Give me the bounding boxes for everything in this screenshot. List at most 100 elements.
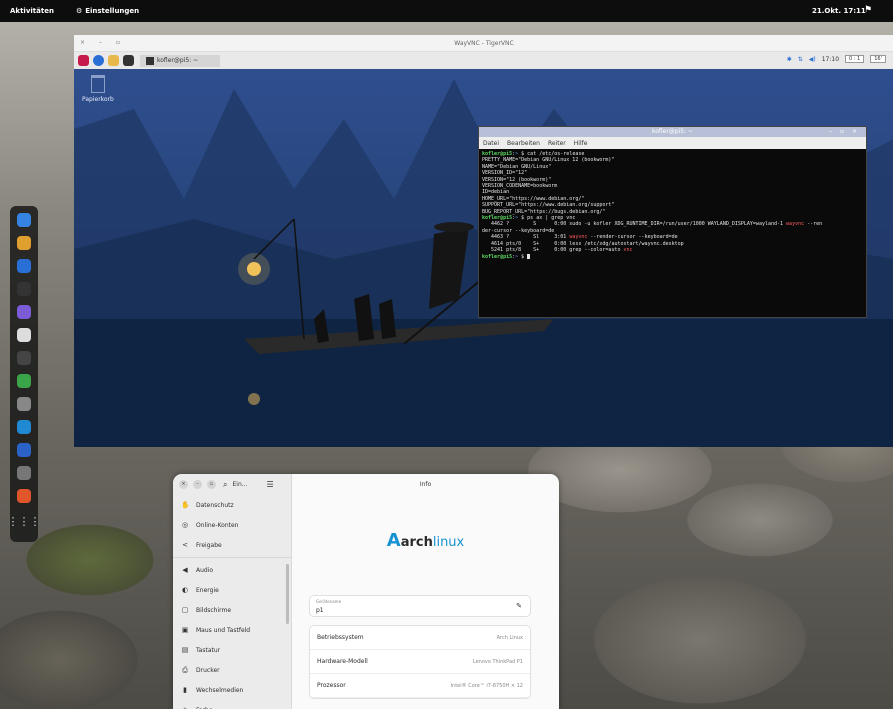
info-row: Prozessor Intel® Core™ i7-8750H × 12 (310, 674, 530, 698)
sidebar-item-label: Drucker (196, 666, 220, 674)
output-text: --ren (804, 221, 823, 228)
sidebar-item-freigabe[interactable]: < Freigabe (173, 535, 291, 555)
app-glyph (17, 236, 31, 250)
browser-icon[interactable] (93, 55, 104, 66)
app-glyph (17, 259, 31, 273)
prompt-user: kofler@pi5 (482, 151, 513, 157)
sidebar-item-farbe[interactable]: ◈Farbe (173, 700, 291, 709)
sidebar-item-icon: < (182, 541, 188, 549)
edit-pencil-icon[interactable]: ✎ (516, 602, 522, 610)
dash-item-files-icon[interactable] (14, 210, 34, 230)
terminal-cursor (527, 253, 531, 259)
sidebar-item-tastatur[interactable]: ▤ Tastatur (173, 640, 291, 660)
hostname-field[interactable]: Gerätename p1 ✎ (309, 595, 531, 617)
terminal-launcher-icon[interactable] (123, 55, 134, 66)
sidebar-item-icon: ▢ (181, 606, 189, 614)
sidebar-item-audio[interactable]: ◀ Audio (173, 560, 291, 580)
terminal-window: kofler@pi5: ~ – ▫ × Datei Bearbeiten Rei… (478, 126, 867, 318)
output-text: 4462 ? S 0:00 sudo -u kofler XDG_RUNTIME… (482, 221, 787, 228)
sidebar-item-drucker[interactable]: ⎙ Drucker (173, 660, 291, 680)
output-text: 5241 pts/8 S+ 0:00 grep --color=auto (482, 247, 624, 254)
show-apps-grid-icon[interactable]: ⋮⋮⋮ (8, 515, 41, 528)
sidebar-item-label: Wechselmedien (196, 686, 244, 694)
sidebar-item-datenschutz[interactable]: ✋ Datenschutz (173, 495, 291, 515)
dash-item-cable-icon[interactable] (14, 463, 34, 483)
output-text: BUG_REPORT_URL="https://bugs.debian.org/… (482, 208, 606, 215)
dash-item-vscode-icon[interactable] (14, 417, 34, 437)
trash-icon (90, 75, 105, 93)
output-text: ID=debian (482, 189, 510, 196)
hamburger-menu-icon[interactable]: ☰ (266, 480, 273, 489)
top-bar: Aktivitäten ⚙ Einstellungen 21.Okt. 17:1… (0, 0, 893, 22)
sidebar-item-icon: ▮ (183, 686, 187, 694)
vnc-titlebar[interactable]: × – ▫ WayVNC - TigerVNC (74, 35, 893, 52)
grep-highlight: vnc (623, 247, 633, 254)
dash-item-remmina-icon[interactable] (14, 394, 34, 414)
menu-datei[interactable]: Datei (483, 140, 499, 147)
sidebar-item-bildschirme[interactable]: ▢ Bildschirme (173, 600, 291, 620)
sidebar-item-label: Maus und Tastfeld (196, 626, 251, 634)
sidebar-item-label: Audio (196, 566, 214, 574)
vnc-window-controls[interactable]: × – ▫ (80, 39, 126, 46)
app-glyph (17, 282, 31, 296)
pi-tray: ✱ ⇅ ◀) 17:10 0 : 1 16' (787, 55, 886, 63)
sidebar-item-label: Online-Konten (196, 521, 239, 529)
command-text: $ cat /etc/os-release (518, 151, 585, 157)
dash-item-emacs-icon[interactable] (14, 302, 34, 322)
arch-logo-text: linux (432, 535, 465, 550)
app-menu[interactable]: ⚙ Einstellungen (76, 7, 139, 15)
info-row: Betriebssystem Arch Linux (310, 626, 530, 650)
sidebar-scrollbar[interactable] (286, 564, 289, 624)
dash-item-settings-icon[interactable] (14, 325, 34, 345)
arch-logo-bold: arch (400, 535, 433, 550)
taskbar-item-label: kofler@pi5: ~ (157, 57, 199, 64)
search-icon[interactable]: ⌕ (223, 480, 227, 490)
volume-icon[interactable]: ◀) (809, 56, 816, 63)
dash-item-photos-icon[interactable] (14, 440, 34, 460)
close-icon[interactable]: × (179, 480, 188, 489)
page-title: Info (419, 481, 432, 488)
terminal-titlebar[interactable]: kofler@pi5: ~ – ▫ × (479, 127, 866, 137)
sidebar-item-icon: ✋ (181, 501, 190, 509)
sidebar-item-online-konten[interactable]: ◎ Online-Konten (173, 515, 291, 535)
terminal-menubar: Datei Bearbeiten Reiter Hilfe (479, 137, 866, 149)
sidebar-item-wechselmedien[interactable]: ▮ Wechselmedien (173, 680, 291, 700)
prompt-user: kofler@pi5 (482, 253, 513, 260)
terminal-line: kofler@pi5:~ $ (482, 253, 863, 260)
output-text: der-cursor --keyboard=de (482, 227, 555, 234)
minimize-icon[interactable]: – (193, 480, 202, 489)
raspberry-menu-icon[interactable] (78, 55, 89, 66)
terminal-title: kofler@pi5: ~ (651, 128, 694, 135)
activities-button[interactable]: Aktivitäten (10, 7, 54, 15)
search-label[interactable]: Ein... (232, 481, 247, 488)
sidebar-item-maus-und-tastfeld[interactable]: ▣ Maus und Tastfeld (173, 620, 291, 640)
terminal-output[interactable]: kofler@pi5:~ $ cat /etc/os-release PRETTY… (479, 149, 866, 262)
sidebar-item-label: Datenschutz (196, 501, 234, 509)
sidebar-item-icon: ◀ (182, 566, 188, 574)
network-icon[interactable]: ⇅ (798, 56, 803, 63)
vnc-window: × – ▫ WayVNC - TigerVNC kofler@pi5: ~ ✱ … (74, 35, 893, 447)
menu-bearbeiten[interactable]: Bearbeiten (507, 140, 540, 147)
pi-clock[interactable]: 17:10 (822, 56, 839, 63)
dash-item-thunderbird-icon[interactable] (14, 256, 34, 276)
output-text: VERSION="12 (bookworm)" (482, 176, 552, 183)
maximize-icon[interactable]: ▫ (207, 480, 216, 489)
menu-reiter[interactable]: Reiter (548, 140, 566, 147)
dash-item-spreadsheet-icon[interactable] (14, 371, 34, 391)
system-menu-icon[interactable]: ⚑ (864, 5, 872, 15)
dash-item-chrome-icon[interactable] (14, 233, 34, 253)
clock[interactable]: 21.Okt. 17:11 (812, 7, 866, 15)
dash-item-screenshot-icon[interactable] (14, 348, 34, 368)
folder-icon[interactable] (108, 55, 119, 66)
gear-icon: ⚙ (75, 7, 83, 15)
sidebar-item-icon: ⎙ (182, 665, 188, 674)
menu-hilfe[interactable]: Hilfe (574, 140, 588, 147)
dash-item-terminal-icon[interactable] (14, 279, 34, 299)
trash-label: Papierkorb (82, 96, 114, 103)
taskbar-item-terminal[interactable]: kofler@pi5: ~ (140, 54, 220, 67)
bluetooth-icon[interactable]: ✱ (787, 56, 792, 63)
sidebar-item-energie[interactable]: ◐ Energie (173, 580, 291, 600)
trash-desktop-icon[interactable]: Papierkorb (82, 75, 114, 103)
terminal-window-controls[interactable]: – ▫ × (829, 127, 860, 137)
dash-item-paint-icon[interactable] (14, 486, 34, 506)
